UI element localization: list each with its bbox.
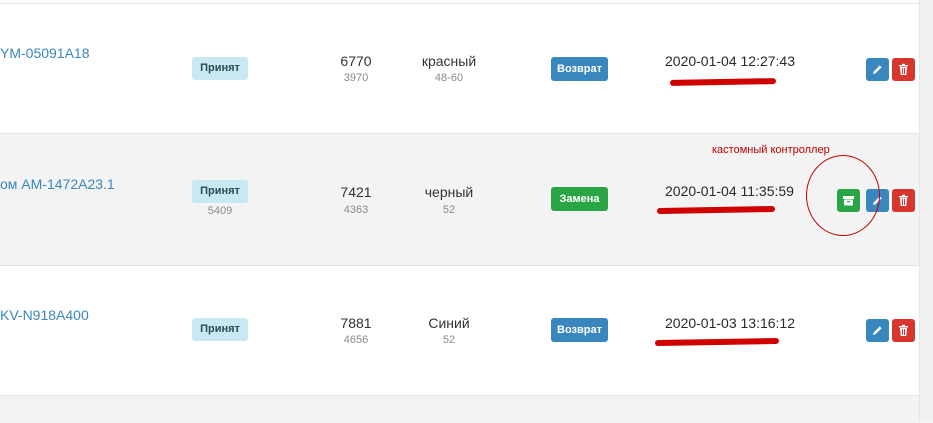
returns-table: YM-05091A18 Принят 6770 3970 красный 48-… <box>0 0 919 423</box>
table-row: YM-05091A18 Принят 6770 3970 красный 48-… <box>0 3 919 133</box>
size-value: 48-60 <box>434 72 464 84</box>
quantity-sub-value: 3970 <box>343 72 369 84</box>
model-link[interactable]: YM-05091A18 <box>0 45 90 61</box>
datetime-value: 2020-01-04 11:35:59 <box>665 183 794 199</box>
color-value: черный <box>424 184 474 200</box>
model-link[interactable]: ом AM-1472A23.1 <box>0 176 115 192</box>
redaction-scribble <box>669 78 777 86</box>
status-badge: Принят <box>192 57 248 80</box>
table-row <box>0 395 919 423</box>
datetime-value: 2020-01-03 13:16:12 <box>665 315 795 331</box>
return-type-button[interactable]: Возврат <box>551 57 608 81</box>
return-type-button[interactable]: Возврат <box>551 318 608 342</box>
edit-button[interactable] <box>866 58 889 81</box>
color-value: красный <box>421 53 477 69</box>
quantity-value: 7881 <box>340 315 372 331</box>
size-value: 52 <box>442 204 456 216</box>
model-link[interactable]: KV-N918A400 <box>0 307 89 323</box>
scrollbar-track[interactable] <box>919 0 933 422</box>
edit-button[interactable] <box>866 319 889 342</box>
quantity-value: 6770 <box>340 53 372 69</box>
delete-button[interactable] <box>892 319 915 342</box>
status-badge: Принят <box>192 318 248 341</box>
quantity-value: 7421 <box>340 184 372 200</box>
color-value: Синий <box>428 315 470 331</box>
annotation-label: кастомный контроллер <box>712 144 830 156</box>
datetime-value: 2020-01-04 12:27:43 <box>665 53 795 69</box>
delete-button[interactable] <box>892 189 915 212</box>
quantity-sub-value: 4656 <box>343 334 369 346</box>
exchange-type-button[interactable]: Замена <box>551 187 608 211</box>
annotation-circle <box>806 155 880 236</box>
redaction-scribble <box>656 205 776 215</box>
status-badge: Принят <box>192 180 248 203</box>
status-sub-value: 5409 <box>207 205 233 217</box>
quantity-sub-value: 4363 <box>343 204 369 216</box>
redaction-scribble <box>654 337 780 347</box>
delete-button[interactable] <box>892 58 915 81</box>
size-value: 52 <box>442 334 456 346</box>
table-row: KV-N918A400 Принят 7881 4656 Синий 52 Во… <box>0 265 919 395</box>
